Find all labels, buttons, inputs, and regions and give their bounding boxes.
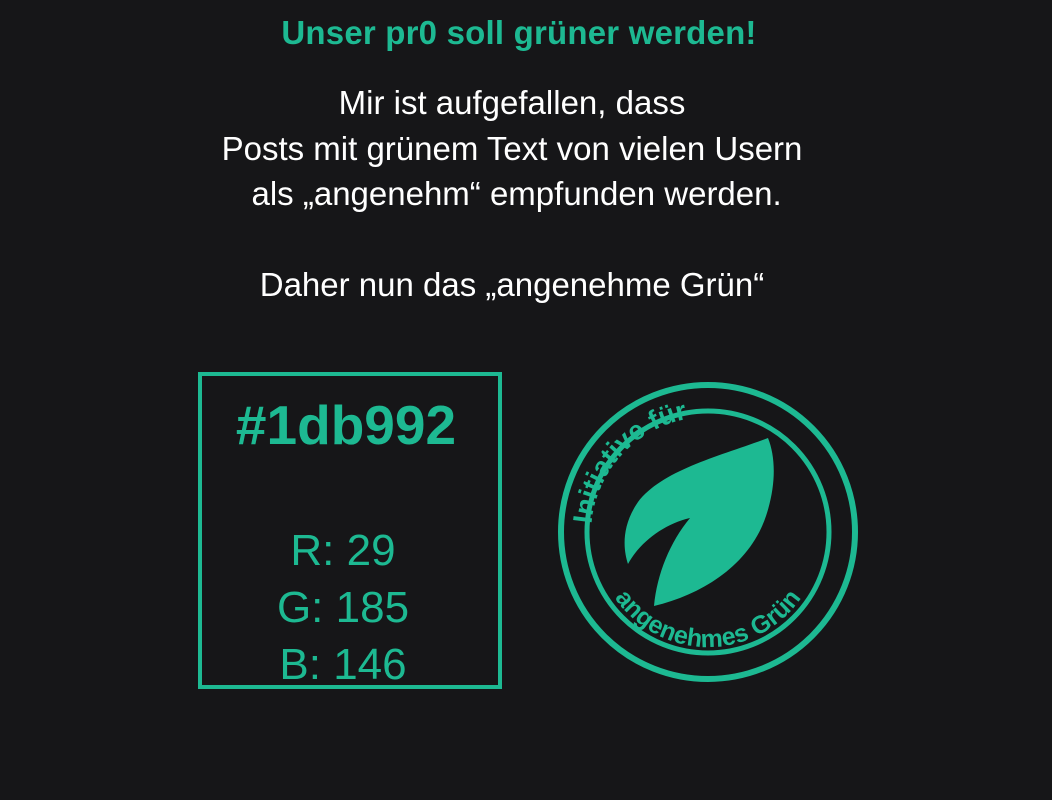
red-value: R: 29 bbox=[290, 526, 396, 575]
leaf-icon bbox=[624, 438, 774, 606]
announcement-line: als „angenehm“ empfunden werden. bbox=[242, 175, 782, 212]
announcement-text: Mir ist aufgefallen, dass Posts mit grün… bbox=[0, 80, 1052, 307]
announcement-line: Posts mit grünem Text von vielen Usern bbox=[221, 129, 803, 167]
green-value: G: 185 bbox=[276, 583, 410, 632]
initiative-seal: Initiative für angenehmes Grün bbox=[558, 382, 858, 682]
seal-text-bottom: angenehmes Grün bbox=[610, 584, 807, 653]
hex-code: #1db992 bbox=[235, 394, 457, 456]
page-title: Unser pr0 soll grüner werden! bbox=[281, 14, 757, 51]
announcement-line: Daher nun das „angenehme Grün“ bbox=[259, 265, 765, 303]
announcement-line: Mir ist aufgefallen, dass bbox=[338, 84, 686, 121]
color-swatch-box: #1db992 R: 29 G: 185 B: 146 bbox=[198, 372, 502, 689]
blue-value: B: 146 bbox=[279, 640, 407, 689]
rgb-values: R: 29 G: 185 B: 146 bbox=[202, 522, 498, 693]
